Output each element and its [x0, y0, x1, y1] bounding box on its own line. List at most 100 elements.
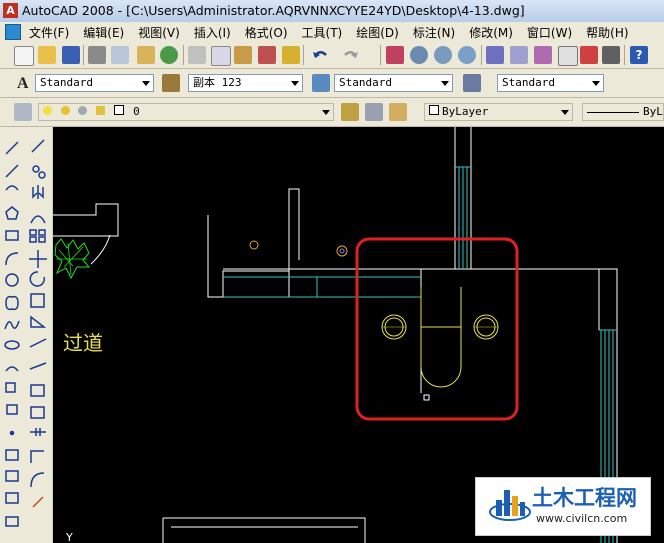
explode-tool-icon	[32, 496, 44, 508]
markup-icon[interactable]	[580, 46, 598, 64]
print-icon[interactable]	[88, 46, 106, 64]
tool-palettes-icon[interactable]	[534, 46, 552, 64]
menu-help[interactable]: 帮助(H)	[586, 24, 628, 41]
new-icon[interactable]	[14, 46, 34, 66]
zoom-previous-icon[interactable]	[458, 46, 476, 64]
styles-toolbar: A Standard 副本 123 Standard Standard	[0, 69, 664, 98]
redo-icon[interactable]	[342, 46, 360, 64]
chevron-down-icon	[561, 110, 569, 115]
svg-text:A: A	[17, 75, 29, 90]
point-tool-icon	[9, 430, 15, 436]
cyan-walls-top	[455, 166, 471, 269]
window-title: AutoCAD 2008 - [C:\Users\Administrator.A…	[22, 3, 525, 18]
erase-tool-icon	[31, 139, 45, 153]
ellipse-arc-tool-icon	[5, 366, 19, 372]
wall-top-left	[53, 203, 119, 237]
scale-tool-icon	[30, 293, 45, 308]
dim-style-select[interactable]: 副本 123	[188, 74, 303, 92]
layer-state-icon[interactable]	[389, 103, 407, 121]
mirror-tool-icon	[32, 185, 44, 199]
circle-tool-icon	[5, 273, 19, 287]
make-current-layer-icon[interactable]	[341, 103, 359, 121]
document-menu-icon[interactable]	[5, 24, 21, 40]
menu-insert[interactable]: 插入(I)	[194, 24, 231, 41]
save-icon[interactable]	[62, 46, 80, 64]
preview-icon[interactable]	[111, 46, 129, 64]
insert-block-icon	[5, 382, 16, 393]
multileader-style-icon[interactable]	[463, 74, 481, 92]
undo-icon[interactable]	[311, 46, 329, 64]
text-style-select[interactable]: Standard	[35, 74, 154, 92]
chevron-down-icon	[142, 81, 150, 86]
separator	[481, 45, 482, 65]
extend-tool-icon	[29, 362, 47, 370]
insertion-point	[423, 394, 430, 401]
publish-icon[interactable]	[137, 46, 155, 64]
publish-web-icon[interactable]	[160, 46, 178, 64]
watermark-title: 土木工程网	[532, 486, 637, 510]
menu-draw[interactable]: 绘图(D)	[356, 24, 399, 41]
spline-tool-icon	[4, 320, 20, 330]
array-tool-icon	[38, 236, 46, 243]
rotate-tool-icon	[29, 271, 46, 287]
block-editor-icon[interactable]	[282, 46, 300, 64]
layer-freeze-icon	[60, 106, 70, 115]
table-style-select[interactable]: Standard	[334, 74, 453, 92]
layer-viewport-icon	[78, 106, 88, 115]
table-tool-icon	[5, 516, 19, 527]
pan-icon[interactable]	[386, 46, 404, 64]
menu-view[interactable]: 视图(V)	[138, 24, 180, 41]
stretch-tool-icon	[30, 315, 47, 328]
chevron-down-icon	[322, 110, 330, 115]
dim-style-icon[interactable]	[162, 74, 180, 92]
help-icon[interactable]: ?	[630, 46, 648, 64]
autocad-app-icon[interactable]: A	[3, 3, 18, 18]
menu-window[interactable]: 窗口(W)	[527, 24, 572, 41]
multileader-style-select[interactable]: Standard	[497, 74, 604, 92]
ellipse-tool-icon	[4, 340, 20, 350]
draw-modify-toolbars	[0, 127, 52, 543]
trim-tool-icon	[29, 338, 47, 348]
linetype-control-select[interactable]: ByL	[582, 103, 664, 121]
design-center-icon[interactable]	[510, 46, 528, 64]
text-style-icon[interactable]: A	[16, 74, 30, 90]
room-label[interactable]: 过道	[63, 331, 103, 355]
chevron-down-icon	[592, 81, 600, 86]
zoom-window-icon[interactable]	[434, 46, 452, 64]
copy-icon[interactable]	[211, 46, 231, 66]
standard-toolbar: ?	[0, 41, 664, 69]
polygon-tool-icon	[5, 206, 19, 220]
menu-dimension[interactable]: 标注(N)	[413, 24, 455, 41]
menu-edit[interactable]: 编辑(E)	[83, 24, 124, 41]
watermark-badge: 土木工程网 www.civilcn.com	[475, 477, 651, 536]
cut-icon[interactable]	[188, 46, 206, 64]
layer-lock-icon	[95, 106, 105, 115]
paste-icon[interactable]	[234, 46, 252, 64]
quickcalc-icon[interactable]	[602, 46, 620, 64]
layer-select[interactable]: 0	[38, 103, 334, 121]
menu-format[interactable]: 格式(O)	[245, 24, 288, 41]
menu-tools[interactable]: 工具(T)	[302, 24, 343, 41]
wall-bottom	[162, 517, 366, 543]
watermark-url: www.civilcn.com	[536, 512, 628, 525]
color-control-select[interactable]: ByLayer	[424, 103, 573, 121]
layer-manager-icon[interactable]	[14, 103, 32, 121]
move-tool-icon	[29, 250, 47, 268]
layer-previous-icon[interactable]	[365, 103, 383, 121]
join-tool-icon	[30, 428, 46, 436]
match-props-icon[interactable]	[258, 46, 276, 64]
open-icon[interactable]	[38, 46, 56, 64]
table-style-icon[interactable]	[312, 74, 330, 92]
sheet-set-icon[interactable]	[558, 46, 578, 66]
ucs-axis-label: Y	[65, 531, 73, 543]
menu-modify[interactable]: 修改(M)	[469, 24, 513, 41]
properties-icon[interactable]	[486, 46, 504, 64]
copy-tool-icon	[38, 171, 46, 179]
layer-on-icon	[43, 106, 52, 115]
polyline-tool-icon	[5, 185, 19, 191]
gradient-tool-icon	[5, 470, 19, 482]
draw-modify-tool-icons	[4, 139, 47, 527]
rectangle-tool-icon	[5, 230, 19, 241]
menu-file[interactable]: 文件(F)	[29, 24, 69, 41]
zoom-realtime-icon[interactable]	[410, 46, 428, 64]
